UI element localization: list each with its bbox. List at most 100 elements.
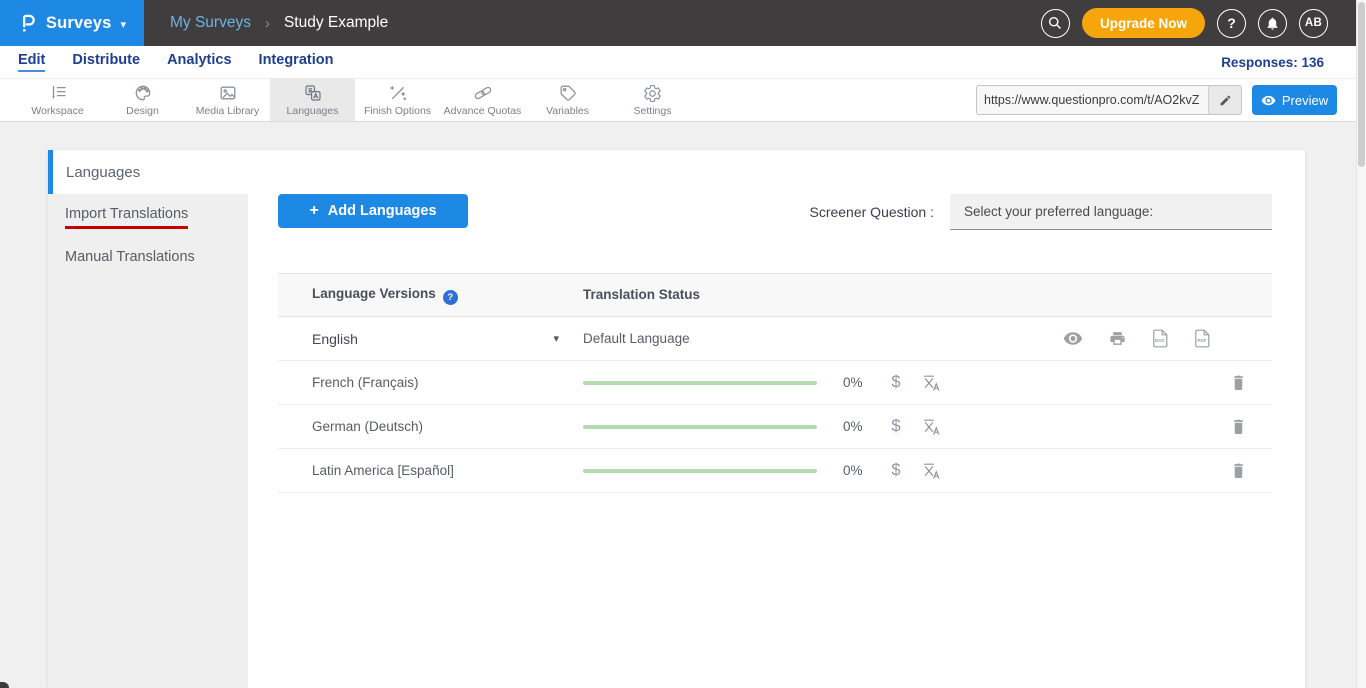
- search-button[interactable]: [1041, 9, 1070, 38]
- media-library-icon: [218, 83, 238, 103]
- translate-icon: [923, 418, 941, 436]
- breadcrumb-my-surveys[interactable]: My Surveys: [170, 14, 251, 32]
- translation-status-header: Translation Status: [583, 287, 700, 302]
- upgrade-now-button[interactable]: Upgrade Now: [1082, 8, 1205, 38]
- export-doc-button[interactable]: DOC: [1152, 329, 1168, 348]
- languages-icon: [303, 83, 323, 103]
- toolbar-languages[interactable]: Languages: [270, 79, 355, 121]
- sidebar-item-manual-translations[interactable]: Manual Translations: [48, 237, 248, 277]
- surveys-menu-button[interactable]: Surveys ▾: [0, 0, 144, 46]
- view-survey-button[interactable]: [1063, 331, 1083, 346]
- survey-url-input[interactable]: https://www.questionpro.com/t/AO2kvZ: [977, 93, 1208, 107]
- toolbar-settings[interactable]: Settings: [610, 79, 695, 121]
- toolbar-label: Media Library: [196, 105, 260, 117]
- tab-distribute[interactable]: Distribute: [72, 52, 140, 72]
- edit-url-button[interactable]: [1208, 86, 1241, 114]
- add-languages-button[interactable]: + Add Languages: [278, 194, 468, 228]
- toolbar-label: Languages: [287, 105, 339, 117]
- print-button[interactable]: [1109, 330, 1126, 347]
- finish-options-icon: [388, 83, 408, 103]
- controls-row: + Add Languages Screener Question : Sele…: [278, 194, 1272, 230]
- tab-edit[interactable]: Edit: [18, 52, 45, 72]
- auto-translate-button[interactable]: [923, 374, 941, 392]
- sidebar-item-label: Manual Translations: [65, 249, 195, 265]
- default-language-actions: DOC PDF: [1063, 329, 1272, 348]
- top-header: Surveys ▾ My Surveys › Study Example Upg…: [0, 0, 1356, 46]
- svg-text:PDF: PDF: [1197, 338, 1206, 343]
- chevron-down-icon: ▾: [121, 18, 127, 31]
- paid-translation-button[interactable]: $: [883, 373, 909, 392]
- delete-language-button[interactable]: [1231, 374, 1246, 391]
- paid-translation-button[interactable]: $: [883, 461, 909, 480]
- variables-icon: [558, 83, 578, 103]
- chevron-down-icon: ▾: [553, 332, 559, 345]
- eye-icon: [1063, 331, 1083, 346]
- toolbar-advance-quotas[interactable]: Advance Quotas: [440, 79, 525, 121]
- add-languages-label: Add Languages: [328, 203, 437, 219]
- help-icon[interactable]: ?: [443, 290, 458, 305]
- translate-icon: [923, 462, 941, 480]
- avatar[interactable]: AB: [1299, 9, 1328, 38]
- pencil-icon: [1219, 94, 1232, 107]
- table-row-german: German (Deutsch) 0% $: [278, 405, 1272, 449]
- language-name: German (Deutsch): [278, 419, 583, 434]
- tab-integration[interactable]: Integration: [259, 52, 334, 72]
- table-row-latin-america: Latin America [Español] 0% $: [278, 449, 1272, 493]
- notifications-button[interactable]: [1258, 9, 1287, 38]
- paid-translation-button[interactable]: $: [883, 417, 909, 436]
- auto-translate-button[interactable]: [923, 418, 941, 436]
- help-button[interactable]: ?: [1217, 9, 1246, 38]
- screener-question-select[interactable]: Select your preferred language:: [950, 194, 1272, 230]
- languages-sidebar: Languages Import Translations Manual Tra…: [48, 150, 248, 688]
- settings-icon: [643, 84, 662, 103]
- tab-analytics[interactable]: Analytics: [167, 52, 231, 72]
- toolbar-label: Finish Options: [364, 105, 431, 117]
- trash-icon: [1231, 462, 1246, 479]
- preview-button[interactable]: Preview: [1252, 85, 1337, 115]
- languages-main: + Add Languages Screener Question : Sele…: [248, 150, 1305, 688]
- preview-label: Preview: [1282, 93, 1328, 108]
- delete-language-button[interactable]: [1231, 418, 1246, 435]
- language-versions-header: Language Versions: [312, 286, 436, 301]
- questionpro-logo-icon: [18, 12, 37, 34]
- trash-icon: [1231, 374, 1246, 391]
- column-language-versions: Language Versions?: [278, 285, 583, 305]
- plus-icon: +: [309, 202, 318, 220]
- sidebar-item-label: Import Translations: [65, 206, 188, 229]
- export-pdf-button[interactable]: PDF: [1194, 329, 1210, 348]
- header-actions: Upgrade Now ? AB: [1041, 8, 1328, 38]
- column-translation-status: Translation Status: [583, 286, 700, 304]
- toolbar-label: Settings: [634, 105, 672, 117]
- doc-file-icon: DOC: [1152, 329, 1168, 348]
- auto-translate-button[interactable]: [923, 462, 941, 480]
- design-icon: [133, 83, 153, 103]
- scrollbar-thumb[interactable]: [1358, 2, 1365, 167]
- toolbar-media-library[interactable]: Media Library: [185, 79, 270, 121]
- printer-icon: [1109, 330, 1126, 347]
- toolbar-variables[interactable]: Variables: [525, 79, 610, 121]
- toolbar-workspace[interactable]: Workspace: [15, 79, 100, 121]
- sidebar-item-import-translations[interactable]: Import Translations: [48, 197, 248, 237]
- breadcrumb: My Surveys › Study Example: [170, 14, 388, 32]
- toolbar-finish-options[interactable]: Finish Options: [355, 79, 440, 121]
- chat-widget-corner[interactable]: [0, 682, 9, 688]
- responses-count[interactable]: Responses: 136: [1221, 55, 1324, 70]
- default-language-dropdown[interactable]: English ▾: [278, 331, 583, 347]
- toolbar-design[interactable]: Design: [100, 79, 185, 121]
- default-language-status: Default Language: [583, 331, 1063, 346]
- translate-icon: [923, 374, 941, 392]
- translation-progress-bar: [583, 469, 817, 473]
- sidebar-items: Import Translations Manual Translations: [48, 194, 248, 688]
- delete-language-button[interactable]: [1231, 462, 1246, 479]
- toolbar-label: Workspace: [31, 105, 83, 117]
- languages-panel: Languages Import Translations Manual Tra…: [48, 150, 1305, 688]
- product-name: Surveys: [46, 14, 112, 33]
- translation-progress-bar: [583, 425, 817, 429]
- pdf-file-icon: PDF: [1194, 329, 1210, 348]
- screener-question-group: Screener Question : Select your preferre…: [809, 194, 1272, 230]
- sidebar-item-languages[interactable]: Languages: [48, 150, 248, 194]
- eye-icon: [1261, 93, 1276, 108]
- advance-quotas-icon: [473, 83, 493, 103]
- table-row-default-language: English ▾ Default Language: [278, 317, 1272, 361]
- survey-url-field: https://www.questionpro.com/t/AO2kvZ: [976, 85, 1242, 115]
